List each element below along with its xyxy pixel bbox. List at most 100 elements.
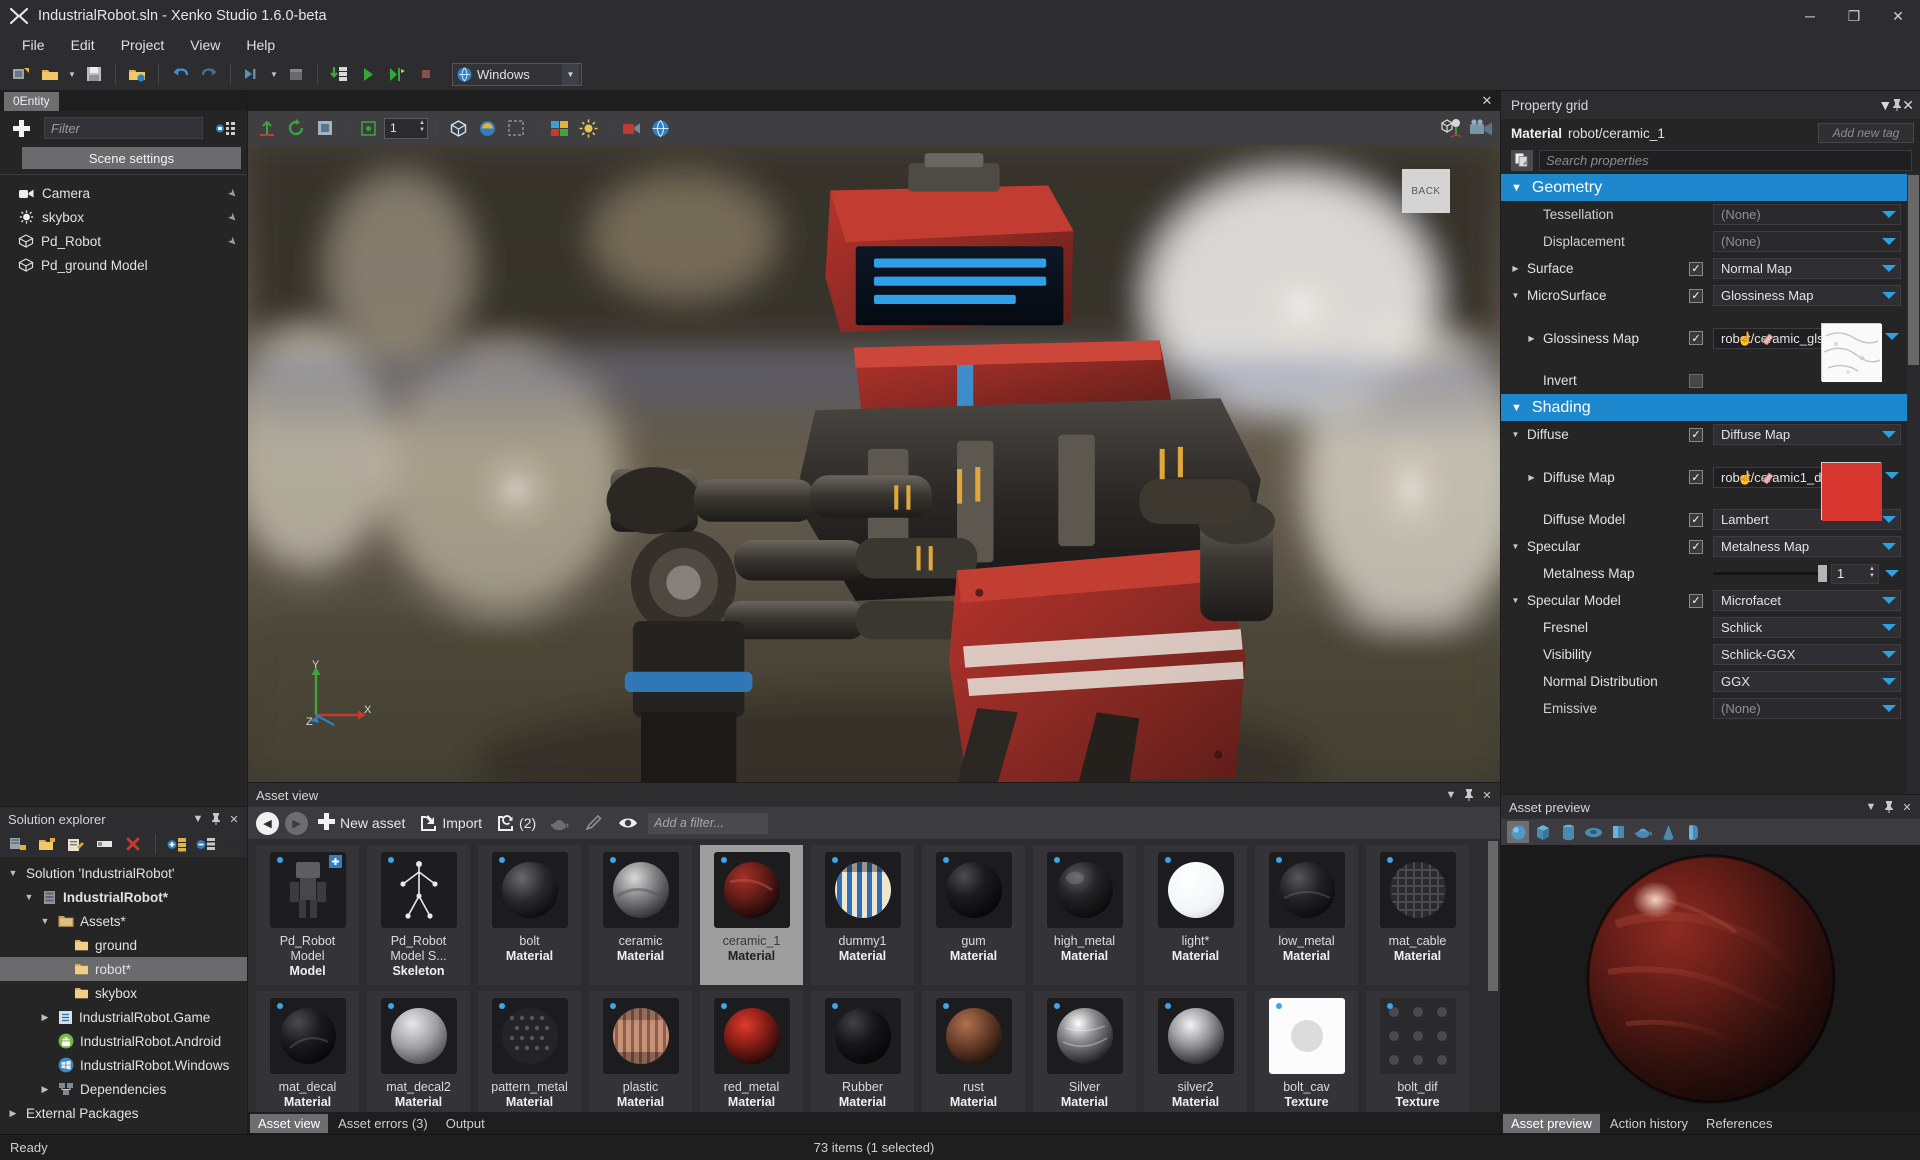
property-dropdown[interactable]: Diffuse Map bbox=[1713, 424, 1901, 445]
translate-gizmo-icon[interactable] bbox=[254, 115, 280, 141]
asset-card[interactable]: plastic Material bbox=[589, 991, 692, 1112]
asset-filter-box[interactable] bbox=[648, 812, 769, 834]
package-icon[interactable] bbox=[283, 61, 309, 87]
add-entity-button[interactable] bbox=[6, 115, 36, 141]
import-button[interactable]: Import bbox=[415, 813, 486, 834]
platform-selector[interactable]: Windows ▼ bbox=[452, 62, 582, 86]
redo-icon[interactable] bbox=[196, 61, 222, 87]
undo-icon[interactable] bbox=[167, 61, 193, 87]
snap-value-input[interactable]: 1 ▲ ▼ bbox=[384, 117, 428, 139]
chevron-down-icon[interactable] bbox=[1880, 265, 1898, 272]
twisty-icon[interactable]: ▶ bbox=[1525, 334, 1538, 343]
asset-preview-close-icon[interactable]: ✕ bbox=[1898, 798, 1916, 816]
clear-texture-icon[interactable] bbox=[1761, 331, 1775, 347]
asset-card[interactable]: red_metal Material bbox=[700, 991, 803, 1112]
twisty-icon[interactable] bbox=[38, 1084, 52, 1095]
tab-asset-errors[interactable]: Asset errors (3) bbox=[330, 1114, 436, 1133]
chevron-down-icon[interactable] bbox=[1883, 472, 1901, 479]
wireframe-icon[interactable] bbox=[445, 115, 471, 141]
twisty-icon[interactable] bbox=[6, 868, 20, 878]
asset-card[interactable]: rust Material bbox=[922, 991, 1025, 1112]
twisty-icon[interactable]: ▼ bbox=[1509, 291, 1522, 300]
edit-script-icon[interactable] bbox=[64, 831, 89, 857]
asset-card[interactable]: light* Material bbox=[1144, 845, 1247, 985]
camera-preview-icon[interactable] bbox=[618, 115, 644, 141]
solution-tree-row[interactable]: robot* bbox=[0, 957, 247, 981]
property-dropdown[interactable]: (None) bbox=[1713, 204, 1901, 225]
asset-filter-input[interactable] bbox=[654, 816, 763, 830]
property-slider[interactable] bbox=[1713, 563, 1827, 584]
twisty-icon[interactable]: ▶ bbox=[1509, 264, 1522, 273]
property-checkbox[interactable]: ✓ bbox=[1689, 470, 1703, 484]
tab-action-history[interactable]: Action history bbox=[1602, 1114, 1696, 1133]
asset-card[interactable]: Silver Material bbox=[1033, 991, 1136, 1112]
property-dropdown[interactable]: GGX bbox=[1713, 671, 1901, 692]
property-dropdown[interactable]: Glossiness Map bbox=[1713, 285, 1901, 306]
asset-card[interactable]: Pd_Robot Model S... Skeleton bbox=[367, 845, 470, 985]
asset-forward-button[interactable]: ▶ bbox=[285, 811, 308, 835]
close-button[interactable]: ✕ bbox=[1876, 0, 1920, 32]
spinner-arrows[interactable]: ▲ ▼ bbox=[1869, 566, 1875, 580]
solution-tree-row[interactable]: ground bbox=[0, 933, 247, 957]
menu-edit[interactable]: Edit bbox=[59, 34, 107, 56]
asset-card[interactable]: silver2 Material bbox=[1144, 991, 1247, 1112]
chevron-down-icon[interactable] bbox=[1880, 211, 1898, 218]
chevron-down-icon[interactable] bbox=[1883, 333, 1901, 340]
entity-options-icon[interactable] bbox=[211, 116, 241, 140]
property-checkbox[interactable]: ✓ bbox=[1689, 261, 1703, 276]
new-package-icon[interactable] bbox=[6, 831, 31, 857]
chevron-down-icon[interactable] bbox=[1880, 238, 1898, 245]
solution-explorer-close-icon[interactable]: ✕ bbox=[225, 810, 243, 828]
capsule-preview-icon[interactable] bbox=[1682, 821, 1704, 843]
slider-knob[interactable] bbox=[1818, 565, 1827, 582]
property-checkbox[interactable]: ✓ bbox=[1689, 512, 1703, 527]
entity-pin-icon[interactable]: ➤ bbox=[225, 233, 241, 249]
entity-pin-icon[interactable]: ➤ bbox=[225, 209, 241, 225]
asset-card[interactable]: mat_decal Material bbox=[256, 991, 359, 1112]
nav-cube[interactable]: BACK bbox=[1402, 169, 1450, 213]
asset-card[interactable]: ceramic Material bbox=[589, 845, 692, 985]
asset-back-button[interactable]: ◀ bbox=[256, 811, 279, 835]
asset-card[interactable]: bolt Material bbox=[478, 845, 581, 985]
property-search-input[interactable] bbox=[1546, 153, 1905, 168]
solution-overflow-icon[interactable] bbox=[222, 831, 247, 857]
asset-card[interactable]: dummy1 Material bbox=[811, 845, 914, 985]
property-grid-collapse-icon[interactable]: ▼ bbox=[1878, 97, 1892, 113]
solution-tree-row[interactable]: skybox bbox=[0, 981, 247, 1005]
solution-tree-row[interactable]: IndustrialRobot* bbox=[0, 885, 247, 909]
property-dropdown[interactable]: Schlick-GGX bbox=[1713, 644, 1901, 665]
globe-icon[interactable] bbox=[647, 115, 673, 141]
solution-tree-row[interactable]: Assets* bbox=[0, 909, 247, 933]
asset-card[interactable]: mat_cable Material bbox=[1366, 845, 1469, 985]
chevron-down-icon[interactable] bbox=[1880, 624, 1898, 631]
scroll-thumb[interactable] bbox=[1908, 175, 1919, 365]
delete-icon[interactable] bbox=[121, 831, 146, 857]
solution-tree-row[interactable]: IndustrialRobot.Android bbox=[0, 1029, 247, 1053]
3d-viewport[interactable]: BACK Y X Z bbox=[248, 145, 1500, 782]
snap-spinner[interactable]: ▲ ▼ bbox=[419, 120, 425, 133]
asset-card[interactable]: bolt_cav Texture bbox=[1255, 991, 1358, 1112]
texture-swatch[interactable] bbox=[1821, 462, 1882, 521]
solution-tree-row[interactable]: Dependencies bbox=[0, 1077, 247, 1101]
rotate-gizmo-icon[interactable] bbox=[283, 115, 309, 141]
asset-card[interactable]: pattern_metal Material bbox=[478, 991, 581, 1112]
property-dropdown[interactable]: Microfacet bbox=[1713, 590, 1901, 611]
section-twisty-icon[interactable]: ▼ bbox=[1511, 402, 1522, 414]
section-twisty-icon[interactable]: ▼ bbox=[1511, 182, 1522, 194]
sun-icon[interactable] bbox=[575, 115, 601, 141]
property-search-box[interactable] bbox=[1539, 150, 1912, 171]
property-checkbox[interactable]: ✓ bbox=[1689, 288, 1703, 303]
pick-texture-icon[interactable]: ☝ bbox=[1737, 331, 1753, 347]
chevron-down-icon[interactable] bbox=[1880, 651, 1898, 658]
menu-file[interactable]: File bbox=[10, 34, 57, 56]
property-checkbox[interactable]: ✓ bbox=[1689, 593, 1703, 608]
tab-asset-view[interactable]: Asset view bbox=[250, 1113, 329, 1133]
sphere-preview-icon[interactable] bbox=[1507, 821, 1529, 843]
solution-tree-row[interactable]: IndustrialRobot.Game bbox=[0, 1005, 247, 1029]
property-grid-close-icon[interactable]: ✕ bbox=[1902, 97, 1914, 114]
twisty-icon[interactable]: ▼ bbox=[1509, 542, 1522, 551]
property-checkbox[interactable] bbox=[1689, 373, 1703, 388]
property-dropdown[interactable]: Normal Map bbox=[1713, 258, 1901, 279]
build-dropdown-icon[interactable]: ▼ bbox=[268, 61, 280, 87]
asset-view-collapse-icon[interactable]: ▼ bbox=[1442, 786, 1460, 804]
